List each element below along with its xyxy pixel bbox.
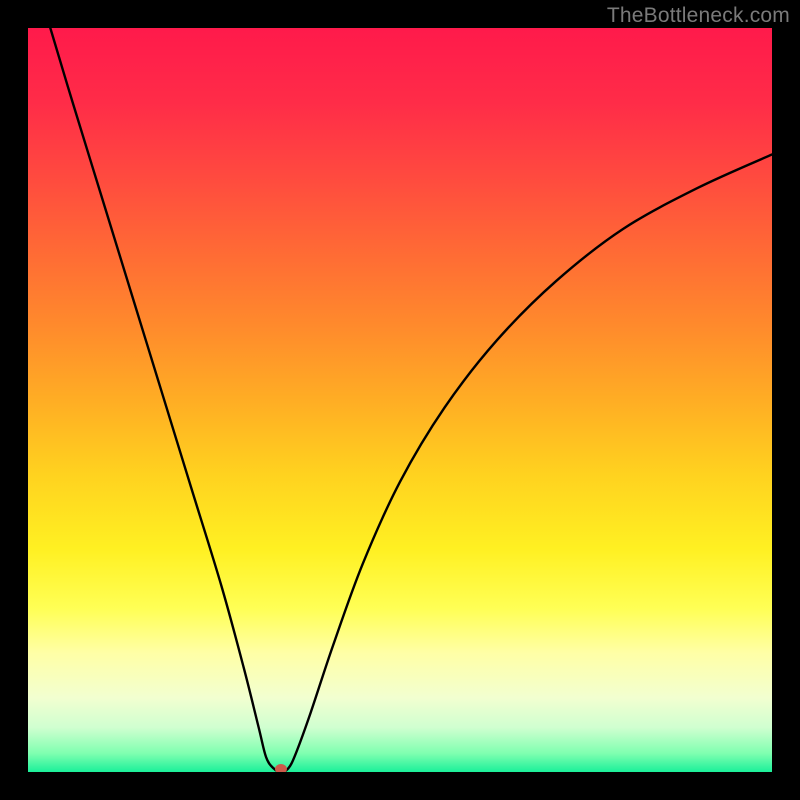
gradient-background	[28, 28, 772, 772]
watermark-text: TheBottleneck.com	[607, 4, 790, 28]
chart-svg	[28, 28, 772, 772]
chart-frame: TheBottleneck.com	[0, 0, 800, 800]
plot-area	[28, 28, 772, 772]
